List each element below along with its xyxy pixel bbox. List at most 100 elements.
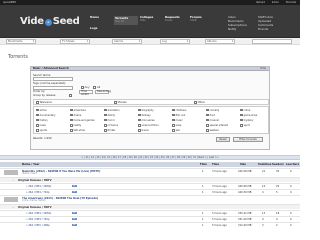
tag-option[interactable]: reality xyxy=(70,124,81,127)
site-logo[interactable]: Vide o Seed xyxy=(20,16,80,27)
col-seeders[interactable]: Seeders xyxy=(272,162,284,167)
movies-checkbox[interactable] xyxy=(114,101,117,104)
tag-option[interactable]: horror xyxy=(104,118,115,122)
col-time[interactable]: Time xyxy=(212,162,219,167)
expand-icon[interactable]: − xyxy=(12,206,14,209)
tag-option[interactable]: sport xyxy=(240,124,250,127)
nav-torrents[interactable]: Torrents Top 10 xyxy=(114,16,138,25)
tag-option[interactable]: fantasy xyxy=(138,113,150,117)
file-row[interactable]: » 264 / MKV / 480p DL 1 5 hours ago 312.00 M… xyxy=(0,222,300,227)
tag-option[interactable]: game.show xyxy=(240,113,257,117)
results-count: Results: 1,999 xyxy=(33,137,52,140)
file-row[interactable]: » 264 / MP4 / 720p DL 1 5 hours ago 331.00 M… xyxy=(0,216,300,221)
television-checkbox[interactable] xyxy=(36,101,39,104)
file-row[interactable]: » 264 / MP4 / 1080p DL 1 5 hours ago 330.41 … xyxy=(0,210,300,215)
tag-option[interactable]: mystery xyxy=(240,118,253,122)
col-leechers[interactable]: Leechers xyxy=(286,162,299,167)
tag-option[interactable]: history xyxy=(36,118,48,122)
torrent-row[interactable]: Nashville (2012) - S02E08 If You Were Me… xyxy=(0,168,300,176)
tag-option[interactable]: food xyxy=(206,113,215,117)
col-snatches[interactable]: Snatches xyxy=(258,162,271,167)
nav-forums[interactable]: Forums Staff xyxy=(190,15,214,23)
file-row[interactable]: » 264 / MP4 / 1080p DL 1 3 hours ago 440.06 … xyxy=(0,183,300,188)
file-link[interactable]: » 264 / MKV / 480p xyxy=(26,224,50,227)
filter-select-4[interactable]: Log xyxy=(160,39,190,44)
order-dir-select[interactable]: Descending xyxy=(95,90,111,94)
group-checkbox[interactable] xyxy=(69,94,73,97)
tag-option[interactable]: western xyxy=(206,129,219,132)
tag-option[interactable]: animation xyxy=(104,108,120,112)
tag-option[interactable]: home.and.garden xyxy=(70,118,95,122)
tag-option[interactable]: romance xyxy=(104,124,118,127)
file-row[interactable]: » 264 / MP4 / 720p DL 1 3 hours ago 440.50 M… xyxy=(0,189,300,194)
search-terms-input[interactable] xyxy=(33,77,73,81)
expand-icon[interactable]: − xyxy=(12,179,14,182)
tag-option[interactable]: film.noir xyxy=(172,113,185,117)
nav-collages[interactable]: Collages Wiki xyxy=(140,15,164,23)
tag-option[interactable]: mini.series xyxy=(138,118,155,122)
col-size[interactable]: Size xyxy=(240,162,246,167)
file-link[interactable]: » 264 / MP4 / 1080p xyxy=(26,212,51,215)
tag-option[interactable]: family xyxy=(104,113,115,117)
filter-select-2[interactable]: TV Shows xyxy=(60,39,90,44)
nav-requests[interactable]: Requests Rules xyxy=(165,15,189,23)
inbox-link[interactable]: Inbox xyxy=(272,1,279,4)
tag-option[interactable]: action xyxy=(36,108,47,112)
tag-mode-radios: Any All xyxy=(81,86,100,89)
tag-option[interactable]: documentary xyxy=(36,113,56,117)
any-radio[interactable] xyxy=(81,86,84,89)
search-panel-header: Basic / Advanced Search Hide xyxy=(31,67,269,71)
tag-option[interactable]: thriller xyxy=(104,129,115,132)
release-group-row[interactable]: − Original Release / HDTV xyxy=(0,177,300,182)
torrents-link[interactable]: Torrents xyxy=(286,1,296,4)
tag-option[interactable]: crime xyxy=(240,108,250,112)
filter-torrents-button[interactable]: Filter torrents xyxy=(233,137,263,142)
file-link[interactable]: » 264 / MP4 / 720p xyxy=(26,191,50,194)
reset-button[interactable]: Reset xyxy=(216,137,230,142)
quick-search-input[interactable] xyxy=(252,39,292,44)
tag-option[interactable]: special.interest xyxy=(206,124,228,127)
tag-option[interactable]: news xyxy=(36,124,46,127)
tag-option[interactable]: adventure xyxy=(70,108,86,112)
category-thumb xyxy=(4,197,18,202)
tag-option[interactable]: musical xyxy=(206,118,219,122)
nav-notify[interactable]: Notify xyxy=(228,27,254,31)
tag-option[interactable]: soap xyxy=(172,124,181,127)
torrent-tags: crime, drama, history xyxy=(22,199,46,202)
tag-option[interactable]: childrens xyxy=(172,108,186,112)
tag-option[interactable]: comedy xyxy=(206,108,219,112)
hide-toggle[interactable]: Hide xyxy=(260,67,266,71)
torrent-row[interactable]: The Americans (2013) - S02E08 The Deal [… xyxy=(0,195,300,203)
col-name[interactable]: Name / Year xyxy=(22,162,40,167)
nav-home[interactable]: Home xyxy=(90,15,114,19)
download-icon[interactable]: DL xyxy=(72,191,77,193)
file-link[interactable]: » 264 / MP4 / 720p xyxy=(26,218,50,221)
tag-option[interactable]: drama xyxy=(70,113,81,117)
all-radio[interactable] xyxy=(93,86,96,89)
order-by-select[interactable]: Time added xyxy=(79,90,93,96)
release-group-row[interactable]: − Original Release / HDTV xyxy=(0,204,300,209)
tag-option[interactable]: sports xyxy=(36,129,47,132)
pagination[interactable]: < | 11 | 12 | 13 | 14 | 15 | 16 | 17 | 1… xyxy=(0,155,300,160)
tag-option[interactable]: travel xyxy=(138,129,149,132)
upload-link[interactable]: Upload xyxy=(256,1,265,4)
site-header: Vide o Seed Home Torrents Top 10 Collages Wi… xyxy=(0,5,300,38)
nav-logs[interactable]: Logs xyxy=(90,26,114,30)
nav-friends[interactable]: Friends xyxy=(258,27,284,31)
download-icon[interactable]: DL xyxy=(72,185,77,187)
tag-option[interactable]: talk.show xyxy=(70,129,85,132)
category-row: Television Movies Other xyxy=(33,99,269,105)
tag-option[interactable]: science.fiction xyxy=(138,124,159,127)
tag-option[interactable]: war xyxy=(172,129,180,132)
tag-option[interactable]: music xyxy=(172,118,183,122)
download-icon[interactable]: DL xyxy=(72,218,77,220)
tag-option[interactable]: biography xyxy=(138,108,154,112)
filter-select-5[interactable]: Albums xyxy=(205,39,235,44)
filter-select-3[interactable]: Alarms xyxy=(112,39,142,44)
download-icon[interactable]: DL xyxy=(72,212,77,214)
file-link[interactable]: » 264 / MP4 / 1080p xyxy=(26,185,51,188)
other-checkbox[interactable] xyxy=(194,101,197,104)
col-files[interactable]: Files xyxy=(200,162,207,167)
filter-select-1[interactable]: Bookmarks xyxy=(6,39,36,44)
download-icon[interactable]: DL xyxy=(72,224,77,226)
